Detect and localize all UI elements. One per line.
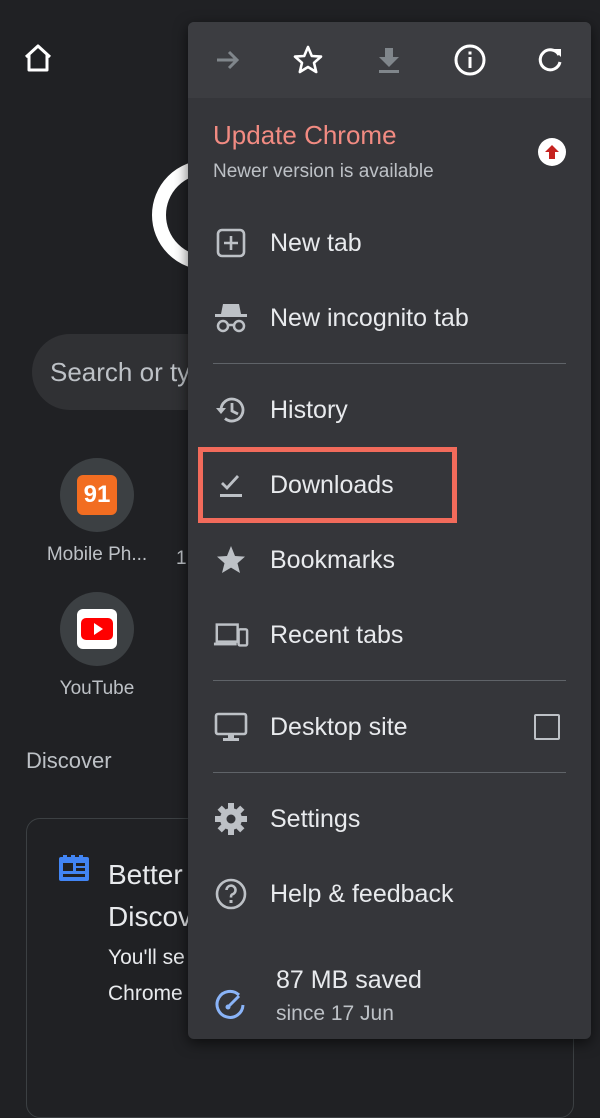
menu-item-label: History [270,395,348,424]
search-placeholder: Search or ty [50,356,191,387]
reload-icon[interactable] [532,42,568,78]
menu-item-label: Bookmarks [270,545,396,574]
menu-divider [213,772,566,773]
menu-item-label: Settings [270,804,361,833]
menu-item-label: Downloads [270,470,394,499]
shortcut-icon-circle: 91 [60,458,134,532]
menu-item-label: Help & feedback [270,879,454,908]
shortcut-tile-mobile[interactable]: 91 Mobile Ph... [37,458,157,566]
update-chrome-item[interactable]: Update Chrome Newer version is available [213,120,434,183]
desktop-monitor-icon [213,709,249,745]
data-saver-item[interactable]: 87 MB saved since 17 Jun [188,966,591,1039]
menu-item-label: Desktop site [270,712,408,741]
bookmark-star-icon[interactable] [290,42,326,78]
site-91-icon: 91 [77,475,117,515]
youtube-icon [77,609,117,649]
downloads-check-icon [213,467,249,503]
menu-item-label: Recent tabs [270,620,404,649]
data-saved-amount: 87 MB saved [276,966,422,994]
shortcut-label: Mobile Ph... [46,544,148,565]
update-arrow-icon [538,138,566,166]
chrome-overflow-menu: Update Chrome Newer version is available… [188,22,591,1039]
menu-item-downloads[interactable]: Downloads [188,455,591,515]
menu-toolbar [188,22,591,98]
menu-item-incognito[interactable]: New incognito tab [188,288,591,348]
update-title: Update Chrome [213,120,397,150]
settings-gear-icon [213,801,249,837]
info-icon[interactable] [452,42,488,78]
shortcut-label: YouTube [59,678,135,699]
shortcut-label-partial: 1 [176,548,187,569]
new-tab-icon [213,225,249,261]
help-icon [213,876,249,912]
shortcut-icon-circle [60,592,134,666]
shortcut-tile-youtube[interactable]: YouTube [37,592,157,700]
forward-icon[interactable] [210,42,246,78]
data-saver-gauge-icon [213,988,247,1027]
devices-icon [213,617,249,653]
home-icon[interactable] [22,42,54,74]
data-saved-since: since 17 Jun [276,1002,394,1025]
menu-divider [213,363,566,364]
desktop-site-checkbox[interactable] [534,714,560,740]
feed-icon [59,855,89,881]
menu-item-desktop-site[interactable]: Desktop site [188,697,591,757]
menu-item-history[interactable]: History [188,380,591,440]
incognito-icon [213,300,249,336]
menu-item-bookmarks[interactable]: Bookmarks [188,530,591,590]
menu-divider [213,680,566,681]
menu-item-settings[interactable]: Settings [188,789,591,849]
download-icon[interactable] [371,42,407,78]
menu-item-label: New incognito tab [270,303,469,332]
discover-heading: Discover [26,748,112,773]
update-subtitle: Newer version is available [213,161,434,182]
bookmarks-star-icon [213,542,249,578]
menu-item-help[interactable]: Help & feedback [188,864,591,924]
menu-item-new-tab[interactable]: New tab [188,213,591,273]
menu-item-label: New tab [270,228,362,257]
history-icon [213,392,249,428]
menu-item-recent-tabs[interactable]: Recent tabs [188,605,591,665]
